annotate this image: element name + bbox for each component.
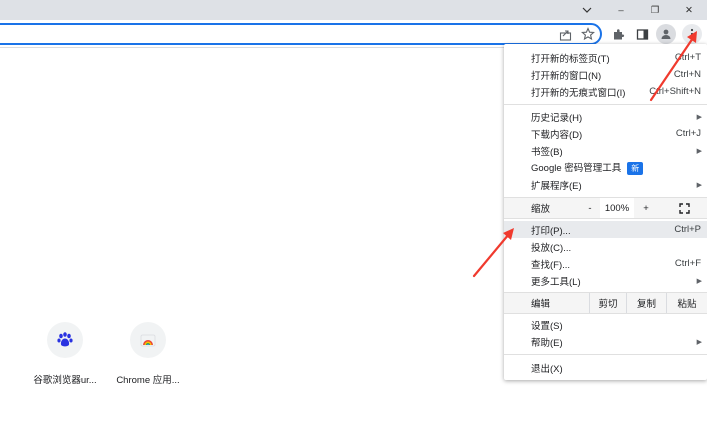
zoom-level-value: 100% xyxy=(600,198,634,218)
menu-item-label: 查找(F)... xyxy=(531,259,571,271)
tile-label: 谷歌浏览器ur... xyxy=(33,375,97,386)
new-badge: 新 xyxy=(627,162,644,175)
menu-item-more-tools[interactable]: 更多工具(L) ▶ xyxy=(504,272,707,289)
menu-item-downloads[interactable]: 下载内容(D) Ctrl+J xyxy=(504,125,707,142)
menu-item-shortcut: Ctrl+F xyxy=(674,258,701,269)
menu-item-shortcut: Ctrl+P xyxy=(674,224,701,235)
minimize-button[interactable]: – xyxy=(604,0,638,20)
address-bar[interactable] xyxy=(0,23,602,45)
menu-separator xyxy=(504,354,707,355)
menu-item-label: 设置(S) xyxy=(531,320,563,332)
menu-item-label: 打印(P)... xyxy=(531,225,571,237)
menu-item-password-manager[interactable]: Google 密码管理工具新 xyxy=(504,159,707,176)
more-menu-icon[interactable] xyxy=(682,24,702,44)
menu-item-label: 打开新的标签页(T) xyxy=(531,53,610,65)
menu-separator xyxy=(504,218,707,219)
menu-item-bookmarks[interactable]: 书签(B) ▶ xyxy=(504,142,707,159)
cut-button[interactable]: 剪切 xyxy=(589,293,626,313)
menu-item-label: 下载内容(D) xyxy=(531,129,583,141)
submenu-arrow-icon: ▶ xyxy=(696,181,702,189)
menu-item-find[interactable]: 查找(F)... Ctrl+F xyxy=(504,255,707,272)
menu-item-label: 退出(X) xyxy=(531,363,563,375)
menu-item-exit[interactable]: 退出(X) xyxy=(504,359,707,376)
chrome-webstore-icon xyxy=(130,322,166,358)
zoom-label: 缩放 xyxy=(531,204,551,215)
paste-button[interactable]: 粘贴 xyxy=(666,293,707,313)
menu-item-label: 历史记录(H) xyxy=(531,112,583,124)
restore-button[interactable]: ❐ xyxy=(638,0,672,20)
edit-label: 编辑 xyxy=(531,299,551,310)
baidu-paw-icon xyxy=(47,322,83,358)
menu-item-label: 打开新的无痕式窗口(I) xyxy=(531,87,626,99)
bookmark-star-icon[interactable] xyxy=(578,24,598,44)
side-panel-icon[interactable] xyxy=(632,24,652,44)
menu-item-incognito[interactable]: 打开新的无痕式窗口(I) Ctrl+Shift+N xyxy=(504,83,707,100)
menu-item-shortcut: Ctrl+T xyxy=(674,52,701,63)
zoom-in-button[interactable]: + xyxy=(636,198,656,218)
share-icon[interactable] xyxy=(555,24,575,44)
menu-item-print[interactable]: 打印(P)... Ctrl+P xyxy=(504,221,707,238)
menu-item-help[interactable]: 帮助(E) ▶ xyxy=(504,333,707,350)
password-manager-label: Google 密码管理工具 xyxy=(531,163,622,174)
menu-item-label: 扩展程序(E) xyxy=(531,180,582,192)
menu-item-shortcut: Ctrl+Shift+N xyxy=(649,86,701,97)
edit-row: 编辑 剪切 复制 粘贴 xyxy=(504,293,707,313)
menu-item-settings[interactable]: 设置(S) xyxy=(504,316,707,333)
submenu-arrow-icon: ▶ xyxy=(696,277,702,285)
shortcut-tile-baidu[interactable]: 谷歌浏览器ur... xyxy=(20,322,110,386)
zoom-out-button[interactable]: - xyxy=(580,198,600,218)
fullscreen-icon[interactable] xyxy=(674,198,694,218)
menu-separator xyxy=(504,313,707,314)
menu-item-history[interactable]: 历史记录(H) ▶ xyxy=(504,108,707,125)
menu-item-label: 更多工具(L) xyxy=(531,276,581,288)
menu-item-extensions[interactable]: 扩展程序(E) ▶ xyxy=(504,176,707,193)
close-window-button[interactable]: ✕ xyxy=(672,0,706,20)
extensions-puzzle-icon[interactable] xyxy=(608,24,628,44)
zoom-row: 缩放 - 100% + xyxy=(504,198,707,218)
menu-item-shortcut: Ctrl+J xyxy=(675,128,701,139)
chevron-down-icon[interactable] xyxy=(570,0,604,20)
menu-item-label: Google 密码管理工具新 xyxy=(531,160,701,175)
menu-item-label: 帮助(E) xyxy=(531,337,563,349)
menu-item-label: 投放(C)... xyxy=(531,242,572,254)
title-bar: – ❐ ✕ xyxy=(0,0,707,20)
submenu-arrow-icon: ▶ xyxy=(696,113,702,121)
shortcut-tile-chrome-webstore[interactable]: Chrome 应用... xyxy=(103,322,193,386)
tile-label: Chrome 应用... xyxy=(116,375,180,386)
submenu-arrow-icon: ▶ xyxy=(696,338,702,346)
menu-item-label: 打开新的窗口(N) xyxy=(531,70,602,82)
profile-avatar-icon[interactable] xyxy=(656,24,676,44)
menu-item-cast[interactable]: 投放(C)... xyxy=(504,238,707,255)
chrome-main-menu: 打开新的标签页(T) Ctrl+T 打开新的窗口(N) Ctrl+N 打开新的无… xyxy=(504,44,707,380)
menu-item-label: 书签(B) xyxy=(531,146,563,158)
submenu-arrow-icon: ▶ xyxy=(696,147,702,155)
menu-item-new-tab[interactable]: 打开新的标签页(T) Ctrl+T xyxy=(504,49,707,66)
menu-separator xyxy=(504,104,707,105)
menu-item-shortcut: Ctrl+N xyxy=(673,69,701,80)
copy-button[interactable]: 复制 xyxy=(626,293,666,313)
menu-item-new-window[interactable]: 打开新的窗口(N) Ctrl+N xyxy=(504,66,707,83)
